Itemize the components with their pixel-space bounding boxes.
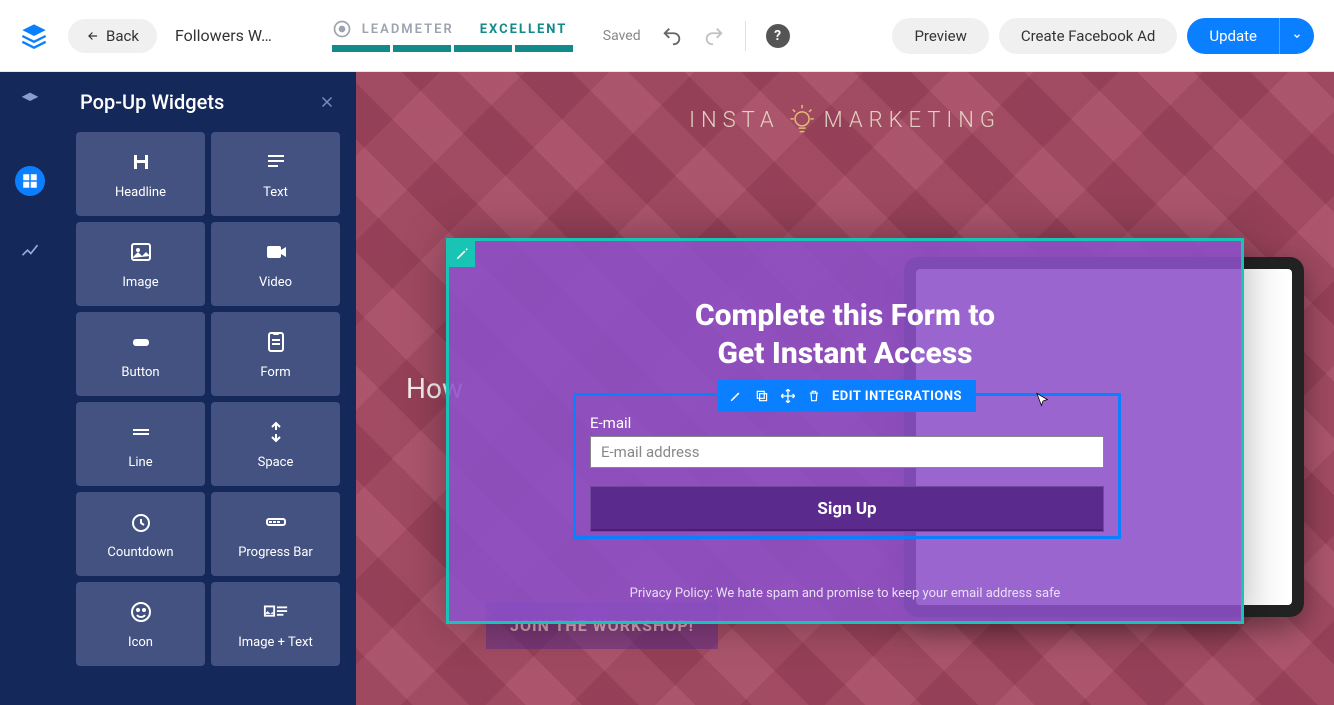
widget-tile-countdown[interactable]: Countdown: [76, 492, 205, 576]
widget-tile-progress-bar[interactable]: Progress Bar: [211, 492, 340, 576]
form-icon: [263, 329, 289, 355]
widget-tile-icon[interactable]: Icon: [76, 582, 205, 666]
sidebar-title: Pop-Up Widgets: [80, 90, 224, 114]
imagetext-icon: [263, 599, 289, 625]
create-facebook-ad-button[interactable]: Create Facebook Ad: [999, 18, 1178, 54]
icon-icon: [128, 599, 154, 625]
countdown-icon: [128, 509, 154, 535]
brand-text-left: INSTA: [689, 108, 780, 133]
widget-tile-image-text[interactable]: Image + Text: [211, 582, 340, 666]
privacy-text: Privacy Policy: We hate spam and promise…: [449, 586, 1241, 601]
widget-tile-button[interactable]: Button: [76, 312, 205, 396]
arrow-left-icon: [86, 29, 100, 43]
leadmeter-block: LEADMETER EXCELLENT: [332, 19, 573, 52]
preview-button[interactable]: Preview: [892, 18, 988, 54]
form-widget-selected[interactable]: EDIT INTEGRATIONS E-mail Sign Up: [573, 393, 1121, 539]
editor-canvas[interactable]: INSTA MARKETING How JOIN THE WORKSHOP! C…: [356, 72, 1334, 705]
progressbar-icon: [263, 509, 289, 535]
image-icon: [128, 239, 154, 265]
popup-container[interactable]: Complete this Form to Get Instant Access…: [446, 238, 1244, 624]
pencil-icon: [455, 247, 469, 261]
widget-tile-label: Line: [128, 455, 152, 470]
widget-tile-label: Image: [122, 275, 158, 290]
form-move-button[interactable]: [776, 384, 800, 408]
video-icon: [263, 239, 289, 265]
widget-tile-label: Button: [121, 365, 159, 380]
app-logo-icon: [20, 22, 48, 50]
popup-title: Complete this Form to Get Instant Access: [449, 241, 1241, 372]
popup-title-line2: Get Instant Access: [449, 335, 1241, 373]
rail-widgets-button[interactable]: [15, 166, 45, 196]
leadmeter-bars: [332, 45, 573, 52]
widget-tile-label: Icon: [128, 635, 153, 650]
left-rail: [0, 72, 60, 705]
email-field-label: E-mail: [590, 414, 1104, 432]
back-label: Back: [106, 27, 139, 45]
update-dropdown[interactable]: [1279, 18, 1314, 54]
form-delete-button[interactable]: [802, 384, 826, 408]
saved-status: Saved: [603, 28, 641, 44]
leadmeter-status: EXCELLENT: [480, 22, 568, 37]
page-name[interactable]: Followers W…: [175, 26, 272, 45]
text-icon: [263, 149, 289, 175]
sidebar-close-button[interactable]: [318, 93, 336, 111]
help-button[interactable]: ?: [766, 24, 790, 48]
widget-tile-label: Headline: [115, 185, 166, 200]
leadmeter-label: LEADMETER: [362, 22, 454, 37]
form-edit-button[interactable]: [724, 384, 748, 408]
redo-button[interactable]: [703, 25, 725, 47]
undo-button[interactable]: [661, 25, 683, 47]
widget-tile-video[interactable]: Video: [211, 222, 340, 306]
brand-logo: INSTA MARKETING: [689, 102, 1001, 138]
widget-tile-headline[interactable]: Headline: [76, 132, 205, 216]
widget-tile-label: Countdown: [107, 545, 173, 560]
signup-button[interactable]: Sign Up: [590, 486, 1104, 532]
form-duplicate-button[interactable]: [750, 384, 774, 408]
cursor-icon: [1034, 392, 1052, 410]
popup-title-line1: Complete this Form to: [449, 297, 1241, 335]
widget-tile-label: Progress Bar: [238, 545, 313, 560]
widget-tile-space[interactable]: Space: [211, 402, 340, 486]
edit-integrations-button[interactable]: EDIT INTEGRATIONS: [828, 389, 966, 404]
space-icon: [263, 419, 289, 445]
widget-tile-label: Image + Text: [238, 635, 313, 650]
widget-tile-text[interactable]: Text: [211, 132, 340, 216]
rail-analytics-button[interactable]: [15, 236, 45, 266]
update-button[interactable]: Update: [1187, 18, 1279, 54]
headline-icon: [128, 149, 154, 175]
widget-tile-label: Form: [260, 365, 290, 380]
widget-tile-image[interactable]: Image: [76, 222, 205, 306]
button-icon: [128, 329, 154, 355]
widget-tile-label: Text: [263, 185, 288, 200]
widget-tile-label: Space: [258, 455, 294, 470]
chevron-down-icon: [1292, 31, 1302, 41]
rail-layers-button[interactable]: [15, 86, 45, 116]
widget-tile-form[interactable]: Form: [211, 312, 340, 396]
back-button[interactable]: Back: [68, 19, 157, 53]
widgets-sidebar: Pop-Up Widgets Headline Text Image Video But…: [60, 72, 356, 705]
widget-tile-line[interactable]: Line: [76, 402, 205, 486]
lightbulb-icon: [788, 102, 816, 138]
form-toolbar: EDIT INTEGRATIONS: [718, 380, 976, 412]
update-button-group: Update: [1187, 18, 1314, 54]
top-toolbar: Back Followers W… LEADMETER EXCELLENT Sa…: [0, 0, 1334, 72]
leadmeter-icon: [332, 19, 352, 39]
email-input[interactable]: [590, 436, 1104, 468]
widget-tile-label: Video: [259, 275, 292, 290]
line-icon: [128, 419, 154, 445]
toolbar-divider: [745, 21, 746, 51]
popup-edit-handle[interactable]: [449, 241, 475, 267]
brand-text-right: MARKETING: [824, 108, 1001, 133]
